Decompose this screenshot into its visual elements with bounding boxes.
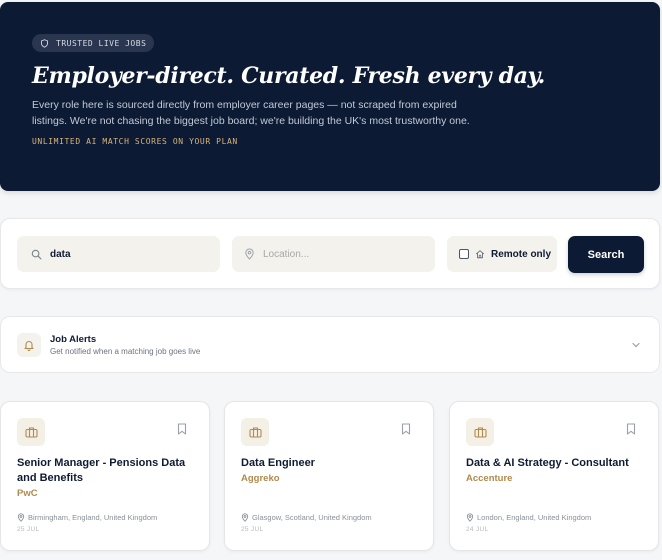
location-pin-icon [17, 513, 25, 522]
bell-icon-box [17, 332, 41, 357]
job-location-text: London, England, United Kingdom [477, 513, 592, 522]
hero-banner: TRUSTED LIVE JOBS Employer-direct. Curat… [0, 2, 660, 191]
bookmark-icon[interactable] [177, 423, 187, 435]
shield-icon [41, 38, 48, 48]
job-location-text: Birmingham, England, United Kingdom [28, 513, 158, 522]
job-card[interactable]: Data Engineer Aggreko Glasgow, Scotland,… [224, 401, 434, 551]
chevron-down-icon[interactable] [631, 340, 641, 350]
company-logo [241, 418, 269, 446]
location-pin-icon [245, 248, 254, 260]
briefcase-icon [248, 427, 262, 438]
location-pin-icon [466, 513, 474, 522]
job-title[interactable]: Senior Manager - Pensions Data and Benef… [17, 456, 193, 486]
home-icon [475, 250, 485, 259]
bookmark-icon[interactable] [626, 423, 636, 435]
job-title[interactable]: Data Engineer [241, 456, 417, 471]
company-logo [17, 418, 45, 446]
job-date: 25 JUL [241, 526, 264, 533]
location-input[interactable] [263, 248, 413, 260]
page-title: Employer-direct. Curated. Fresh every da… [32, 62, 546, 89]
location-pin-icon [241, 513, 249, 522]
company-name: Aggreko [241, 473, 280, 484]
hero-description: Every role here is sourced directly from… [32, 98, 470, 127]
keyword-field[interactable] [17, 236, 220, 272]
job-date: 25 JUL [17, 526, 40, 533]
job-title[interactable]: Data & AI Strategy - Consultant [466, 456, 642, 471]
job-alerts-panel[interactable]: Job Alerts Get notified when a matching … [0, 316, 660, 373]
briefcase-icon [24, 427, 38, 438]
job-location: Birmingham, England, United Kingdom [17, 513, 157, 522]
company-name: PwC [17, 488, 38, 499]
bookmark-icon[interactable] [401, 423, 411, 435]
briefcase-icon [473, 427, 487, 438]
badge-label: TRUSTED LIVE JOBS [56, 38, 147, 48]
search-input[interactable] [50, 248, 200, 260]
job-date: 24 JUL [466, 526, 489, 533]
location-field[interactable] [232, 236, 435, 272]
job-card[interactable]: Data & AI Strategy - Consultant Accentur… [449, 401, 659, 551]
job-location: London, England, United Kingdom [466, 513, 591, 522]
trusted-badge: TRUSTED LIVE JOBS [32, 34, 155, 52]
bell-icon [24, 340, 34, 351]
job-location-text: Glasgow, Scotland, United Kingdom [252, 513, 372, 522]
job-alerts-title: Job Alerts [50, 333, 97, 345]
job-location: Glasgow, Scotland, United Kingdom [241, 513, 372, 522]
search-button[interactable]: Search [568, 236, 644, 273]
remote-label: Remote only [491, 248, 552, 260]
remote-only-toggle[interactable]: Remote only [447, 236, 557, 272]
search-icon [31, 249, 42, 259]
search-panel: Remote only Search [0, 218, 660, 289]
remote-checkbox[interactable] [459, 249, 469, 259]
company-logo [466, 418, 494, 446]
company-name: Accenture [466, 473, 513, 484]
job-alerts-subtitle: Get notified when a matching job goes li… [50, 346, 201, 356]
job-card[interactable]: Senior Manager - Pensions Data and Benef… [0, 401, 210, 551]
plan-note: UNLIMITED AI MATCH SCORES ON YOUR PLAN [32, 136, 238, 146]
